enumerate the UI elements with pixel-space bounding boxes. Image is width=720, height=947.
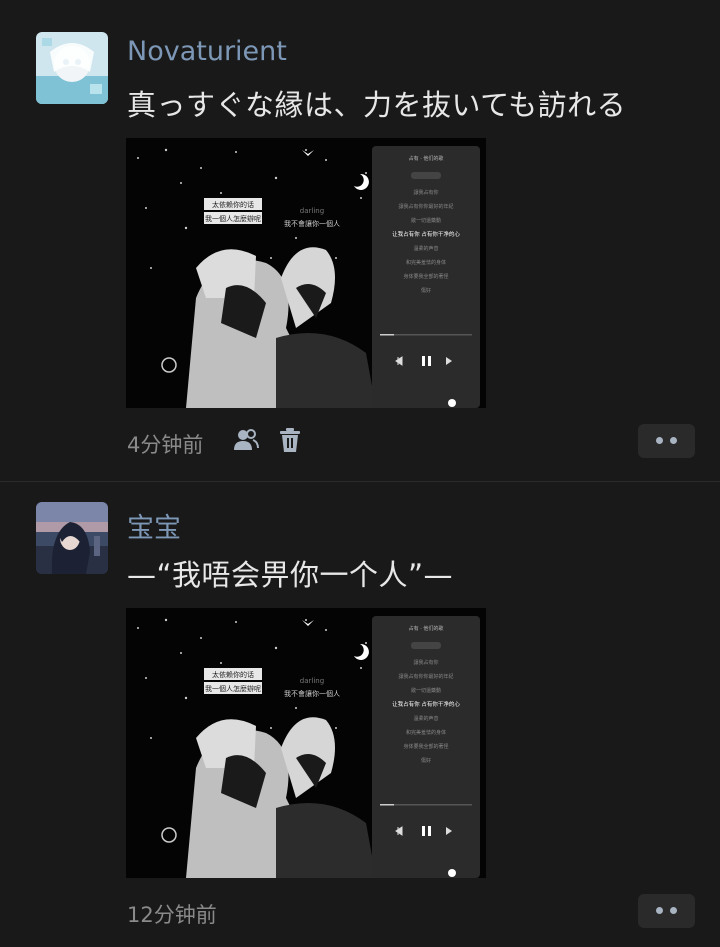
user-icon[interactable] [232, 426, 260, 454]
lyric-center-2: 我不會讓你一個人 [284, 219, 340, 228]
lyric-left-2: 我一個人怎麼辦呢 [205, 684, 261, 693]
svg-text:讓我占有你: 讓我占有你 [413, 659, 438, 666]
more-dots-icon [656, 437, 663, 444]
svg-text:身体要我全部的著怪: 身体要我全部的著怪 [403, 743, 448, 750]
post-time: 12分钟前 [127, 903, 217, 927]
more-dots-icon [656, 907, 663, 914]
attached-screenshot[interactable]: 太依赖你的话 我一個人怎麼辦呢 darling 我不會讓你一個人 占有 · 他们… [126, 138, 486, 408]
svg-text:傷好: 傷好 [421, 287, 431, 294]
message-text: —“我唔会畀你一个人”— [127, 558, 454, 592]
svg-text:敞一切還藥動: 敞一切還藥動 [411, 687, 441, 694]
svg-text:身体要我全部的著怪: 身体要我全部的著怪 [403, 273, 448, 280]
svg-text:和完美羞怯的身体: 和完美羞怯的身体 [406, 729, 446, 736]
svg-text:讓我占有你你最好的年紀: 讓我占有你你最好的年紀 [398, 673, 453, 680]
trash-icon[interactable] [276, 426, 304, 454]
more-button[interactable] [638, 894, 695, 928]
svg-text:让我占有你 占有你干净的心: 让我占有你 占有你干净的心 [392, 700, 460, 708]
svg-text:溫柔的声音: 溫柔的声音 [413, 715, 438, 722]
post-time: 4分钟前 [127, 433, 204, 457]
author-name[interactable]: Novaturient [127, 36, 287, 67]
svg-text:和完美羞怯的身体: 和完美羞怯的身体 [406, 259, 446, 266]
avatar[interactable] [36, 502, 108, 574]
player-title: 占有 · 他们的歌 [409, 155, 444, 162]
lyric-center-1: darling [300, 677, 324, 685]
author-name[interactable]: 宝宝 [127, 506, 181, 545]
svg-text:溫柔的声音: 溫柔的声音 [413, 245, 438, 252]
more-button[interactable] [638, 424, 695, 458]
lyric-left-2: 我一個人怎麼辦呢 [205, 214, 261, 223]
svg-text:敞一切還藥動: 敞一切還藥動 [411, 217, 441, 224]
lyric-left-1: 太依赖你的话 [212, 200, 254, 209]
post-item: 宝宝 —“我唔会畀你一个人”— 太依赖你的话 我一個人怎麼辦呢 darling … [0, 482, 720, 947]
svg-text:让我占有你 占有你干净的心: 让我占有你 占有你干净的心 [392, 230, 460, 238]
lyric-center-2: 我不會讓你一個人 [284, 689, 340, 698]
lyric-center-1: darling [300, 207, 324, 215]
lyric-left-1: 太依赖你的话 [212, 670, 254, 679]
svg-text:讓我占有你你最好的年紀: 讓我占有你你最好的年紀 [398, 203, 453, 210]
post-item: Novaturient 真っすぐな縁は、力を抜いても訪れる 太依赖你的话 我一個… [0, 0, 720, 481]
message-text: 真っすぐな縁は、力を抜いても訪れる [127, 88, 627, 122]
avatar[interactable] [36, 32, 108, 104]
attached-screenshot[interactable]: 太依赖你的话 我一個人怎麼辦呢 darling 我不會讓你一個人 占有 · 他们… [126, 608, 486, 878]
svg-text:傷好: 傷好 [421, 757, 431, 764]
svg-text:讓我占有你: 讓我占有你 [413, 189, 438, 196]
player-title: 占有 · 他们的歌 [409, 625, 444, 632]
